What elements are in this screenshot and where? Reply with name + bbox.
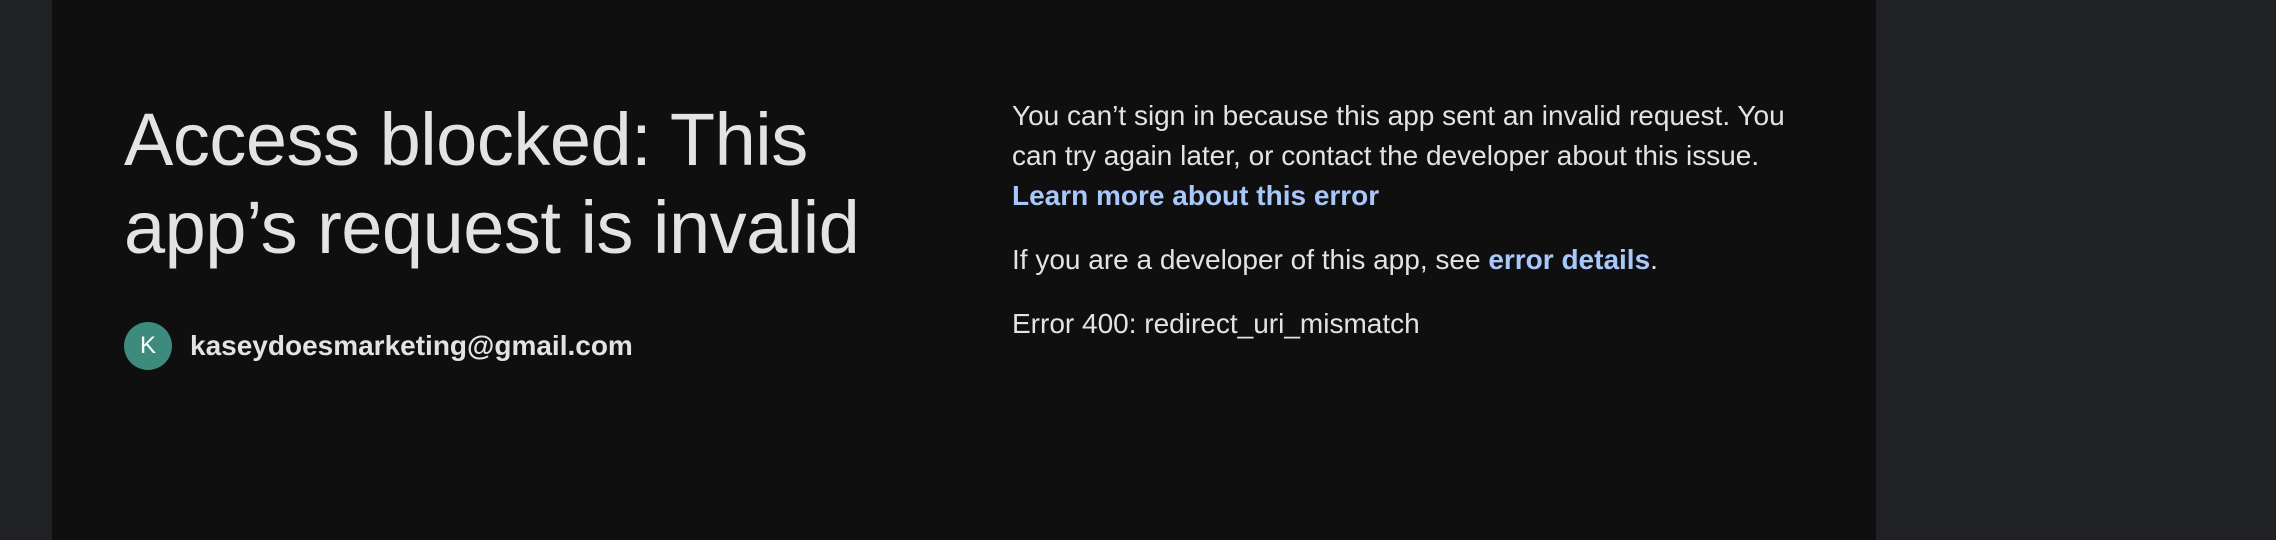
error-description-text: You can’t sign in because this app sent … [1012, 100, 1785, 171]
error-code: Error 400: redirect_uri_mismatch [1012, 308, 1420, 339]
page-title: Access blocked: This app’s request is in… [124, 98, 860, 269]
error-description: You can’t sign in because this app sent … [1012, 96, 1832, 216]
developer-note-suffix: . [1650, 244, 1658, 275]
learn-more-link[interactable]: Learn more about this error [1012, 180, 1379, 211]
error-message: You can’t sign in because this app sent … [1012, 96, 1852, 344]
left-gutter [0, 0, 52, 540]
account-chip[interactable]: K kaseydoesmarketing@gmail.com [124, 322, 633, 370]
error-card: Access blocked: This app’s request is in… [52, 0, 1876, 540]
developer-note: If you are a developer of this app, see … [1012, 240, 1852, 280]
developer-note-prefix: If you are a developer of this app, see [1012, 244, 1489, 275]
right-gutter [1876, 0, 2276, 540]
avatar: K [124, 322, 172, 370]
error-details-link[interactable]: error details [1488, 244, 1650, 275]
account-email: kaseydoesmarketing@gmail.com [190, 330, 633, 361]
